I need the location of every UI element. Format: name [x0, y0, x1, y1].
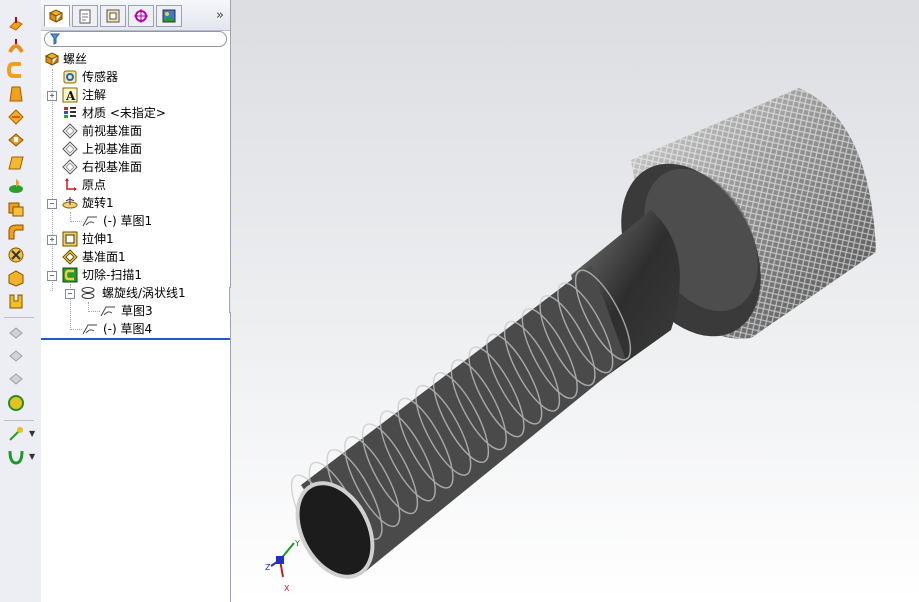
tree-item-label: 材质 <未指定>: [82, 106, 166, 120]
sweep-boss-icon[interactable]: [6, 60, 26, 80]
chevron-down-icon[interactable]: ▼: [29, 429, 35, 438]
intersect-icon[interactable]: [6, 393, 26, 413]
tree-item-label: 拉伸1: [82, 232, 114, 246]
tree-expander[interactable]: +: [47, 235, 57, 245]
screw-model: Y X Z: [265, 88, 876, 593]
tree-connector: [70, 221, 82, 222]
tree-item-label: 切除-扫描1: [82, 268, 142, 282]
loft-boss-icon[interactable]: [6, 84, 26, 104]
tree-item-label: 前视基准面: [82, 124, 143, 138]
tree-item-label: (-) 草图4: [103, 322, 153, 336]
chamfer-icon[interactable]: [6, 245, 26, 265]
sensor-icon: [62, 69, 78, 85]
tree-item-label: 草图3: [121, 304, 153, 318]
dome-icon: [6, 369, 26, 389]
tree-item-label: 旋转1: [82, 196, 114, 210]
tree-item-label: 传感器: [82, 70, 119, 84]
extrude-cut-icon[interactable]: [6, 130, 26, 150]
annotation-icon: A: [62, 87, 78, 103]
tree-item-label: (-) 草图1: [103, 214, 153, 228]
tree-expander[interactable]: −: [47, 199, 57, 209]
wrap-icon: [6, 346, 26, 366]
sketch-icon: [82, 321, 98, 337]
axis-y-label: Y: [294, 539, 300, 548]
feature-tree: 螺丝 传感器 + A 注解 材质 <未指定> 前视基准面 上视基准面 右视基准面…: [41, 50, 230, 340]
plane-icon[interactable]: [6, 153, 26, 173]
filter-icon: [50, 33, 60, 48]
tree-connector: [70, 329, 82, 330]
features-toolbar: ▼ ▼: [0, 0, 42, 476]
dim-xpert-tab[interactable]: [128, 5, 154, 27]
material-icon: [62, 105, 78, 121]
axis-triad: Y X Z: [265, 539, 300, 593]
toolbar-separator: [4, 420, 34, 421]
plane-icon: [62, 141, 78, 157]
property-manager-tab[interactable]: [72, 5, 98, 27]
revolve-cut-icon[interactable]: [6, 176, 26, 196]
extrude-icon: [62, 231, 78, 247]
reference-geometry-icon[interactable]: [6, 424, 26, 444]
helix-icon: [80, 285, 96, 301]
expand-panel-button[interactable]: »: [216, 8, 224, 23]
curves-icon[interactable]: [6, 447, 26, 467]
tree-connector: [88, 311, 100, 312]
toolbar-empty-area: [0, 476, 42, 602]
graphics-area[interactable]: Y X Z: [231, 0, 919, 602]
plane-icon: [62, 159, 78, 175]
extrude-boss-icon[interactable]: [6, 14, 26, 34]
plane-icon: [62, 123, 78, 139]
tree-expander[interactable]: +: [47, 91, 57, 101]
rib-icon[interactable]: [6, 268, 26, 288]
tree-filter-input[interactable]: [44, 31, 227, 47]
fillet-icon[interactable]: [6, 222, 26, 242]
configuration-manager-tab[interactable]: [100, 5, 126, 27]
display-manager-tab[interactable]: [156, 5, 182, 27]
chevron-down-icon[interactable]: ▼: [29, 452, 35, 461]
feature-manager-panel: » 螺丝 传感器 + A 注解 材质 <未指定> 前视基准面 上视基准面 右视基…: [41, 0, 231, 602]
axis-x-label: X: [284, 584, 290, 593]
part-icon: [44, 51, 60, 67]
draft-icon: [6, 323, 26, 343]
revolve-icon: [62, 195, 78, 211]
revolve-boss-icon[interactable]: [6, 37, 26, 57]
tree-item-label: 原点: [82, 178, 107, 192]
tree-item-label: 基准面1: [82, 250, 126, 264]
tree-item-label: 注解: [82, 88, 107, 102]
sweep-cut-icon[interactable]: [6, 199, 26, 219]
feature-manager-tab[interactable]: [44, 5, 70, 27]
tree-expander[interactable]: −: [65, 289, 75, 299]
rollback-bar[interactable]: [41, 338, 230, 340]
sweep-cut-icon: [62, 267, 78, 283]
sketch-icon: [82, 213, 98, 229]
tree-item-label: 螺旋线/涡状线1: [102, 286, 186, 300]
boundary-boss-icon[interactable]: [6, 107, 26, 127]
tree-item-label: 上视基准面: [82, 142, 143, 156]
shell-icon[interactable]: [6, 291, 26, 311]
plane-icon: [62, 249, 78, 265]
svg-text:A: A: [65, 89, 76, 103]
panel-tab-bar: »: [41, 0, 230, 31]
tree-item-label: 螺丝: [63, 52, 88, 66]
tree-expander[interactable]: −: [47, 271, 57, 281]
tree-connector: [52, 69, 53, 291]
axis-z-label: Z: [265, 563, 271, 572]
origin-icon: [62, 177, 78, 193]
toolbar-separator: [4, 317, 34, 318]
sketch-icon: [100, 303, 116, 319]
tree-item-label: 右视基准面: [82, 160, 143, 174]
